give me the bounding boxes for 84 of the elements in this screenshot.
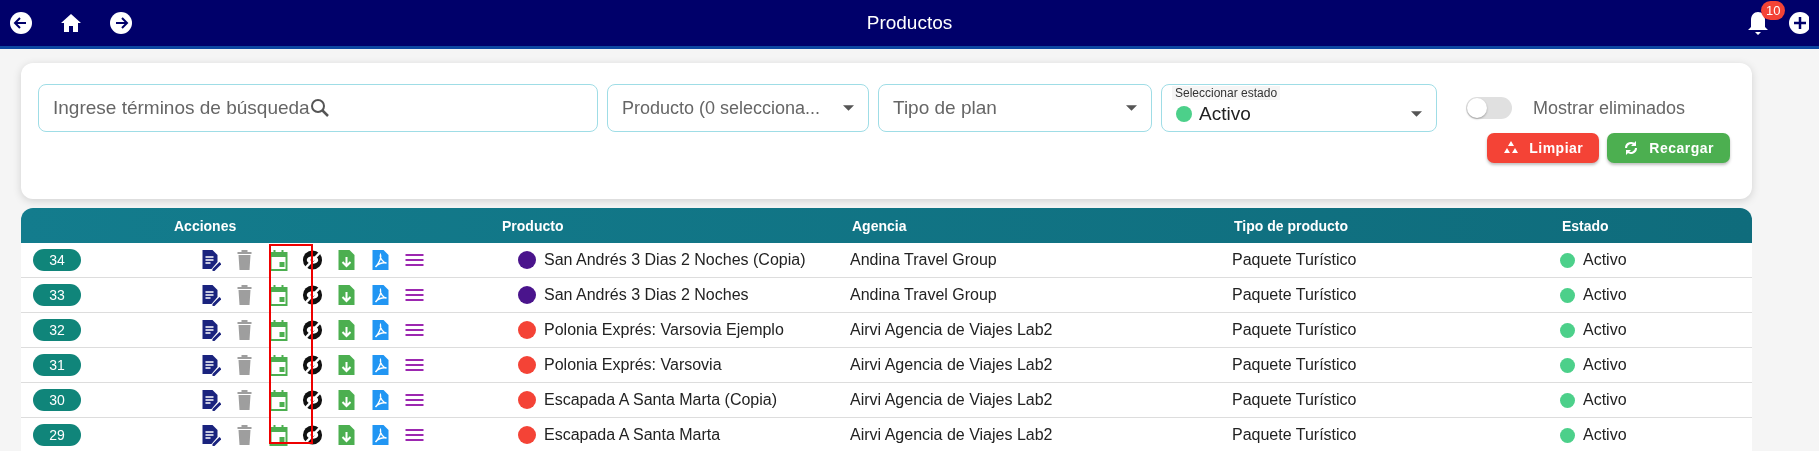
field-label: Seleccionar estado xyxy=(1172,86,1281,100)
table-cell: Paquete Turístico xyxy=(1232,356,1357,374)
status-dot xyxy=(1560,427,1575,443)
pdf-file-icon[interactable] xyxy=(370,389,391,411)
calendar-icon[interactable] xyxy=(268,389,289,411)
id-badge: 34 xyxy=(33,249,81,271)
page-title: Productos xyxy=(866,12,953,33)
id-badge: 31 xyxy=(33,354,81,376)
product-dropdown[interactable]: Producto (0 selecciona... xyxy=(607,84,869,132)
toggle-label: Mostrar eliminados xyxy=(1533,97,1686,119)
file-download-icon[interactable] xyxy=(336,249,357,271)
table-cell: San Andrés 3 Dias 2 Noches (Copia) xyxy=(544,251,806,269)
file-download-icon[interactable] xyxy=(336,284,357,306)
file-download-icon[interactable] xyxy=(336,319,357,341)
table-cell: Activo xyxy=(1583,391,1627,409)
calendar-icon[interactable] xyxy=(268,424,289,446)
search-icon xyxy=(309,98,330,118)
status-dot xyxy=(1560,357,1575,373)
table-cell: Andina Travel Group xyxy=(850,286,997,304)
caret-icon xyxy=(1411,111,1422,117)
table-cell: Activo xyxy=(1583,321,1627,339)
caret-icon xyxy=(843,105,854,111)
id-badge: 30 xyxy=(33,389,81,411)
edit-document-icon[interactable] xyxy=(200,389,221,411)
table-cell: Airvi Agencia de Viajes Lab2 xyxy=(850,391,1053,409)
status-dot xyxy=(1560,287,1575,303)
table-cell: Polonia Exprés: Varsovia Ejemplo xyxy=(544,321,784,339)
edit-document-icon[interactable] xyxy=(200,249,221,271)
edit-document-icon[interactable] xyxy=(200,284,221,306)
column-header: Tipo de producto xyxy=(1234,217,1349,234)
home-icon[interactable] xyxy=(60,13,82,33)
column-header: Estado xyxy=(1562,217,1609,234)
bell-icon[interactable] xyxy=(1747,10,1769,36)
table-cell: Escapada A Santa Marta xyxy=(544,426,721,444)
file-download-icon[interactable] xyxy=(336,389,357,411)
table-cell: Activo xyxy=(1583,356,1627,374)
table-cell: Paquete Turístico xyxy=(1232,286,1357,304)
status-dot xyxy=(1560,322,1575,338)
id-badge: 29 xyxy=(33,424,81,446)
table-cell: Polonia Exprés: Varsovia xyxy=(544,356,722,374)
pdf-file-icon[interactable] xyxy=(370,284,391,306)
table-cell: Paquete Turístico xyxy=(1232,426,1357,444)
column-header: Producto xyxy=(502,217,564,234)
status-dot xyxy=(1560,392,1575,408)
table-cell: Activo xyxy=(1583,426,1627,444)
file-download-icon[interactable] xyxy=(336,354,357,376)
table-cell: Airvi Agencia de Viajes Lab2 xyxy=(850,321,1053,339)
calendar-icon[interactable] xyxy=(268,249,289,271)
column-header: Agencia xyxy=(852,217,907,234)
id-badge: 32 xyxy=(33,319,81,341)
status-dropdown[interactable]: Seleccionar estado Activo xyxy=(1161,84,1437,132)
edit-document-icon[interactable] xyxy=(200,319,221,341)
calendar-icon[interactable] xyxy=(268,319,289,341)
clear-button[interactable]: Limpiar xyxy=(1487,133,1600,163)
column-header: Acciones xyxy=(174,217,237,234)
table-cell: Paquete Turístico xyxy=(1232,251,1357,269)
pdf-file-icon[interactable] xyxy=(370,424,391,446)
pdf-file-icon[interactable] xyxy=(370,319,391,341)
status-value: Activo xyxy=(1199,103,1251,125)
calendar-icon[interactable] xyxy=(268,354,289,376)
refresh-icon xyxy=(1623,140,1640,156)
edit-document-icon[interactable] xyxy=(200,424,221,446)
table-cell: Escapada A Santa Marta (Copia) xyxy=(544,391,778,409)
table-cell: Paquete Turístico xyxy=(1232,391,1357,409)
plan-type-dropdown[interactable]: Tipo de plan xyxy=(878,84,1152,132)
search-field[interactable]: Ingrese términos de búsqueda xyxy=(38,84,598,132)
table-cell: Paquete Turístico xyxy=(1232,321,1357,339)
toggle-switch[interactable] xyxy=(1466,97,1512,119)
edit-document-icon[interactable] xyxy=(200,354,221,376)
table-cell: Andina Travel Group xyxy=(850,251,997,269)
table-cell: Activo xyxy=(1583,286,1627,304)
table-cell: Airvi Agencia de Viajes Lab2 xyxy=(850,426,1053,444)
status-dot xyxy=(1560,252,1575,268)
file-download-icon[interactable] xyxy=(336,424,357,446)
id-badge: 33 xyxy=(33,284,81,306)
add-icon[interactable] xyxy=(1789,12,1809,34)
table-cell: Airvi Agencia de Viajes Lab2 xyxy=(850,356,1053,374)
notification-count: 10 xyxy=(1761,1,1786,20)
table-cell: Activo xyxy=(1583,251,1627,269)
calendar-icon[interactable] xyxy=(268,284,289,306)
caret-icon xyxy=(1126,105,1137,111)
pdf-file-icon[interactable] xyxy=(370,249,391,271)
table-cell: San Andrés 3 Dias 2 Noches xyxy=(544,286,749,304)
pdf-file-icon[interactable] xyxy=(370,354,391,376)
